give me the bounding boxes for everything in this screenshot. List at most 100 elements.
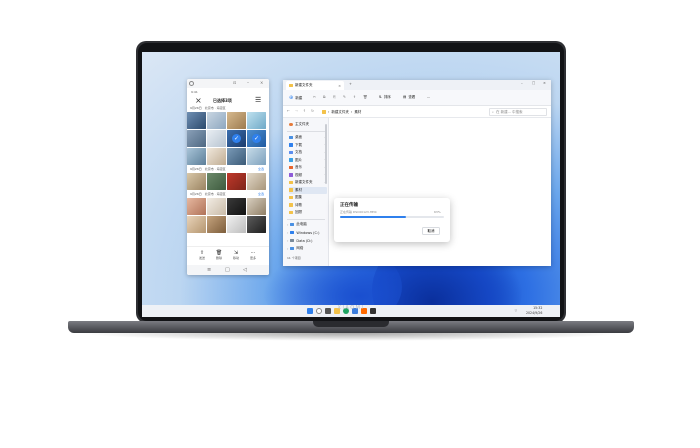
sidebar-item-label: 文档 xyxy=(295,150,302,154)
nav-back-icon[interactable]: ◁ xyxy=(243,267,247,273)
photo-thumb[interactable] xyxy=(207,112,226,129)
sidebar-item[interactable]: 诗歌 xyxy=(289,202,327,209)
nav-drive-c[interactable]: › Windows (C:) xyxy=(287,229,325,236)
minimize-icon[interactable]: – xyxy=(521,81,523,85)
forward-icon[interactable]: → xyxy=(295,109,298,113)
select-group-button[interactable]: 全选 xyxy=(258,192,264,196)
sidebar-item[interactable]: 图片⊸ xyxy=(289,157,327,164)
sidebar-item[interactable]: 桌面⊸ xyxy=(289,134,327,141)
minimize-icon[interactable]: – xyxy=(247,80,249,85)
desktop-screen: ⊡ – × 9:41 × 已选择3项 ☰ 9月26日 北京市 · 海淀区 ✓ ✓… xyxy=(142,52,560,317)
home-icon xyxy=(289,122,293,127)
photo-thumb[interactable] xyxy=(227,148,246,165)
photo-thumb[interactable] xyxy=(247,198,266,215)
sidebar-item-label: 回顾 xyxy=(295,210,302,214)
phone-mirror-window[interactable]: ⊡ – × 9:41 × 已选择3项 ☰ 9月26日 北京市 · 海淀区 ✓ ✓… xyxy=(187,79,269,275)
photo-thumb[interactable] xyxy=(187,173,206,190)
photo-thumb[interactable] xyxy=(247,216,266,233)
close-selection-icon[interactable]: × xyxy=(195,96,202,105)
paste-icon[interactable]: ⎘ xyxy=(333,95,336,99)
back-icon[interactable]: ← xyxy=(287,109,290,113)
view-icon: ▤ xyxy=(403,95,407,99)
new-button[interactable]: ⊕ 新建 xyxy=(289,95,302,101)
photo-thumb[interactable] xyxy=(187,198,206,215)
progress-percent: 63% xyxy=(434,210,441,214)
copy-icon[interactable]: ⧉ xyxy=(323,95,326,99)
cancel-button[interactable]: 取消 xyxy=(422,227,440,235)
sidebar-item[interactable]: 文档⊸ xyxy=(289,149,327,156)
view-button[interactable]: ▤ 查看 xyxy=(403,95,415,100)
folder-icon xyxy=(289,195,293,200)
select-all-icon[interactable]: ☰ xyxy=(255,96,261,104)
photo-thumb[interactable] xyxy=(207,216,226,233)
search-box[interactable]: ⌕ 在 新建... 中搜索 xyxy=(489,108,547,116)
photo-thumb[interactable] xyxy=(227,216,246,233)
sidebar-item[interactable]: 音乐⊸ xyxy=(289,164,327,171)
folder-icon xyxy=(289,150,293,155)
breadcrumb-separator-icon: › xyxy=(350,110,353,114)
start-icon[interactable] xyxy=(307,308,313,314)
checkmark-icon[interactable]: ✓ xyxy=(232,134,241,143)
close-icon[interactable]: × xyxy=(543,81,546,85)
nav-menu-icon[interactable]: ≡ xyxy=(207,267,211,273)
photo-thumb[interactable] xyxy=(227,112,246,129)
tab-close-icon[interactable]: × xyxy=(338,84,341,88)
sidebar-item[interactable]: 回顾 xyxy=(289,209,327,216)
share-icon[interactable]: ⇪ xyxy=(353,95,356,99)
photo-thumb[interactable] xyxy=(187,216,206,233)
nav-scrollbar[interactable] xyxy=(325,124,327,184)
search-icon[interactable] xyxy=(316,308,322,314)
pin-icon[interactable]: ⊡ xyxy=(233,80,236,85)
tray-wifi-icon[interactable]: ⌔ xyxy=(514,308,518,314)
breadcrumb-leaf[interactable]: 素材 xyxy=(354,110,361,115)
more-action[interactable]: ⋯ 更多 xyxy=(248,250,258,260)
photo-thumb[interactable] xyxy=(207,130,226,147)
breadcrumb-root[interactable]: 新建文件夹 xyxy=(331,110,349,115)
photo-thumb[interactable] xyxy=(207,198,226,215)
photo-thumb[interactable] xyxy=(227,198,246,215)
rename-icon[interactable]: ✎ xyxy=(343,95,346,99)
sort-button[interactable]: ⇅ 排序 xyxy=(379,95,391,100)
sidebar-item[interactable]: 下载⊸ xyxy=(289,142,327,149)
sidebar-item-label: 音乐 xyxy=(295,165,302,169)
tab-new-folder[interactable]: 新建文件夹 × xyxy=(286,81,344,90)
photo-thumb[interactable] xyxy=(187,148,206,165)
refresh-icon[interactable]: ↻ xyxy=(311,109,314,113)
cut-icon[interactable]: ✂ xyxy=(313,95,316,99)
up-icon[interactable]: ↑ xyxy=(303,109,306,113)
photo-thumb[interactable] xyxy=(187,112,206,129)
nav-home[interactable]: 主文件夹 xyxy=(289,121,327,128)
folder-icon xyxy=(289,135,293,140)
sidebar-item[interactable]: 新建文件夹⊸ xyxy=(289,179,327,186)
sidebar-item[interactable]: 素材 xyxy=(289,186,327,194)
close-icon[interactable]: × xyxy=(260,80,263,85)
select-group-button[interactable]: 全选 xyxy=(258,167,264,171)
photo-thumb[interactable] xyxy=(247,112,266,129)
photo-thumb[interactable] xyxy=(187,130,206,147)
explorer-titlebar[interactable]: 新建文件夹 × + – □ × xyxy=(283,80,551,90)
nav-this-pc[interactable]: › 此电脑 xyxy=(287,221,325,228)
maximize-icon[interactable]: □ xyxy=(532,81,535,85)
move-action[interactable]: ⇲ 移动 xyxy=(231,250,241,260)
nav-drive-d[interactable]: › Data (D:) xyxy=(287,237,325,244)
new-tab-button[interactable]: + xyxy=(349,82,352,86)
photo-thumb[interactable] xyxy=(207,173,226,190)
address-bar[interactable]: › 新建文件夹 › 素材 xyxy=(319,108,485,116)
photo-thumb[interactable] xyxy=(207,148,226,165)
nav-home-icon[interactable]: □ xyxy=(225,267,230,273)
photo-thumb[interactable] xyxy=(227,173,246,190)
send-action[interactable]: ⇪ 发送 xyxy=(197,250,207,260)
phone-window-titlebar[interactable]: ⊡ – × xyxy=(187,79,269,88)
clock[interactable]: 15:32 2024/9/26 xyxy=(526,306,542,315)
delete-icon[interactable]: 🗑 xyxy=(363,95,367,99)
photo-thumb[interactable] xyxy=(247,148,266,165)
nav-network[interactable]: › 网络 xyxy=(287,245,325,252)
more-options-button[interactable]: ... xyxy=(427,95,430,99)
windows-drive-icon xyxy=(290,230,295,235)
delete-action[interactable]: 🗑 删除 xyxy=(214,250,224,260)
photo-thumb[interactable] xyxy=(247,173,266,190)
sidebar-item[interactable]: 图集 xyxy=(289,194,327,201)
checkmark-icon[interactable]: ✓ xyxy=(252,134,261,143)
sidebar-item[interactable]: 视频⊸ xyxy=(289,172,327,179)
folder-icon xyxy=(289,83,293,88)
